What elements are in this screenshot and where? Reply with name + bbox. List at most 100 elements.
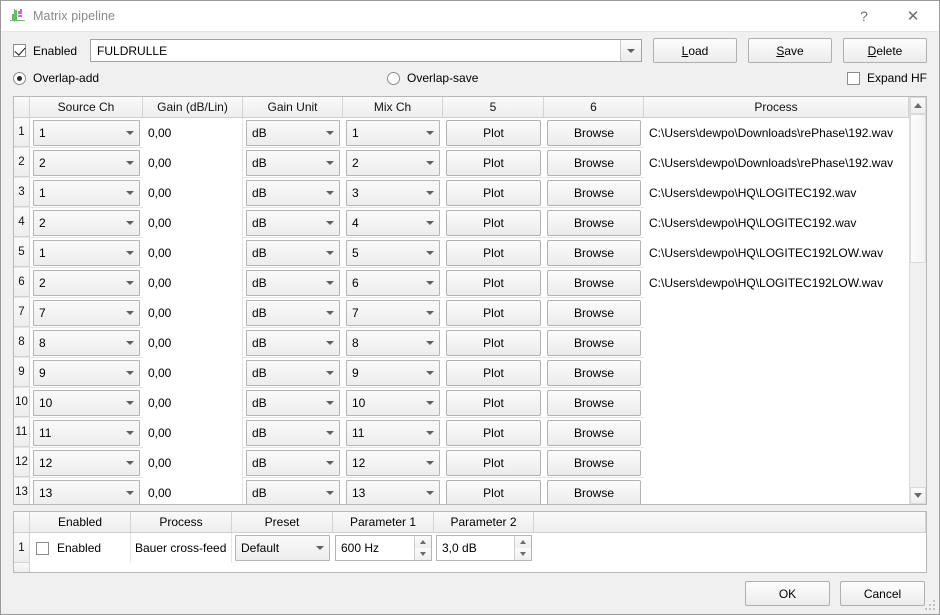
scroll-down-icon[interactable]: [910, 487, 926, 504]
process-path-cell[interactable]: C:\Users\dewpo\HQ\LOGITEC192.wav: [644, 178, 909, 208]
gain-cell[interactable]: 0,00: [143, 178, 243, 208]
table-row[interactable]: 13 13 0,00 dB 13 Plot Browse: [14, 478, 909, 504]
process-path-cell[interactable]: [644, 358, 909, 388]
chevron-down-icon[interactable]: [620, 40, 641, 61]
preset-combo[interactable]: FULDRULLE: [90, 39, 642, 62]
gain-cell[interactable]: 0,00: [143, 238, 243, 268]
table-row[interactable]: 1 1 0,00 dB 1 Plot Browse C:\Users\dewpo\Downlo…: [14, 118, 909, 148]
source-ch-cell[interactable]: 7: [30, 298, 143, 328]
gain-unit-combo[interactable]: dB: [246, 120, 340, 146]
gain-input[interactable]: 0,00: [143, 148, 243, 178]
source-ch-combo[interactable]: 12: [33, 450, 140, 476]
process-path-cell[interactable]: [644, 328, 909, 358]
gain-unit-cell[interactable]: dB: [243, 178, 343, 208]
browse-cell[interactable]: Browse: [544, 448, 644, 478]
chevron-down-icon[interactable]: [420, 371, 439, 375]
gain-input[interactable]: 0,00: [143, 448, 243, 478]
gain-cell[interactable]: 0,00: [143, 448, 243, 478]
chevron-down-icon[interactable]: [120, 311, 139, 315]
plot-cell[interactable]: Plot: [443, 328, 544, 358]
chevron-down-icon[interactable]: [310, 546, 329, 550]
mix-ch-cell[interactable]: 2: [343, 148, 443, 178]
mix-ch-combo[interactable]: 4: [346, 210, 440, 236]
table-row[interactable]: 2 2 0,00 dB 2 Plot Browse C:\Users\dewpo\Downlo…: [14, 148, 909, 178]
gain-unit-combo[interactable]: dB: [246, 240, 340, 266]
table-row[interactable]: 9 9 0,00 dB 9 Plot Browse: [14, 358, 909, 388]
browse-button[interactable]: Browse: [547, 270, 641, 296]
browse-cell[interactable]: Browse: [544, 418, 644, 448]
chevron-down-icon[interactable]: [420, 341, 439, 345]
table-row[interactable]: 5 1 0,00 dB 5 Plot Browse C:\Users\dewpo\HQ\LOG…: [14, 238, 909, 268]
source-ch-cell[interactable]: 10: [30, 388, 143, 418]
chevron-down-icon[interactable]: [120, 281, 139, 285]
chevron-down-icon[interactable]: [320, 371, 339, 375]
chevron-down-icon[interactable]: [420, 401, 439, 405]
browse-cell[interactable]: Browse: [544, 358, 644, 388]
process-preset-cell[interactable]: Default: [232, 533, 333, 563]
source-ch-cell[interactable]: 9: [30, 358, 143, 388]
header-parameter-2[interactable]: Parameter 2: [434, 512, 534, 532]
gain-cell[interactable]: 0,00: [143, 358, 243, 388]
plot-button[interactable]: Plot: [446, 360, 541, 386]
chevron-down-icon[interactable]: [320, 311, 339, 315]
table-row[interactable]: 10 10 0,00 dB 10 Plot Browse: [14, 388, 909, 418]
source-ch-combo[interactable]: 2: [33, 210, 140, 236]
browse-cell[interactable]: Browse: [544, 298, 644, 328]
mix-ch-cell[interactable]: 13: [343, 478, 443, 504]
chevron-down-icon[interactable]: [320, 251, 339, 255]
mix-ch-cell[interactable]: 7: [343, 298, 443, 328]
browse-cell[interactable]: Browse: [544, 328, 644, 358]
gain-input[interactable]: 0,00: [143, 328, 243, 358]
gain-cell[interactable]: 0,00: [143, 478, 243, 504]
chevron-down-icon[interactable]: [120, 131, 139, 135]
plot-cell[interactable]: Plot: [443, 148, 544, 178]
process-path-cell[interactable]: [644, 478, 909, 504]
plot-button[interactable]: Plot: [446, 480, 541, 504]
gain-input[interactable]: 0,00: [143, 118, 243, 148]
chevron-down-icon[interactable]: [420, 491, 439, 495]
header-col-6[interactable]: 6: [544, 97, 644, 117]
process-param2-cell[interactable]: 3,0 dB: [434, 533, 534, 563]
source-ch-combo[interactable]: 9: [33, 360, 140, 386]
header-gain[interactable]: Gain (dB/Lin): [143, 97, 243, 117]
header-proc-process[interactable]: Process: [131, 512, 232, 532]
source-ch-combo[interactable]: 8: [33, 330, 140, 356]
plot-button[interactable]: Plot: [446, 210, 541, 236]
source-ch-cell[interactable]: 8: [30, 328, 143, 358]
chevron-down-icon[interactable]: [420, 281, 439, 285]
gain-unit-combo[interactable]: dB: [246, 480, 340, 504]
chevron-down-icon[interactable]: [120, 191, 139, 195]
chevron-down-icon[interactable]: [420, 131, 439, 135]
plot-button[interactable]: Plot: [446, 180, 541, 206]
gain-unit-combo[interactable]: dB: [246, 420, 340, 446]
process-param2-spin-buttons[interactable]: [514, 536, 531, 560]
plot-button[interactable]: Plot: [446, 120, 541, 146]
mix-ch-combo[interactable]: 5: [346, 240, 440, 266]
table-row[interactable]: 12 12 0,00 dB 12 Plot Browse: [14, 448, 909, 478]
source-ch-combo[interactable]: 7: [33, 300, 140, 326]
overlap-add-radio[interactable]: [13, 71, 26, 85]
mix-ch-cell[interactable]: 9: [343, 358, 443, 388]
mix-ch-cell[interactable]: 6: [343, 268, 443, 298]
gain-unit-cell[interactable]: dB: [243, 268, 343, 298]
gain-unit-combo[interactable]: dB: [246, 180, 340, 206]
source-ch-combo[interactable]: 2: [33, 150, 140, 176]
browse-button[interactable]: Browse: [547, 120, 641, 146]
process-preset-combo[interactable]: Default: [235, 535, 330, 561]
gain-cell[interactable]: 0,00: [143, 328, 243, 358]
table-row[interactable]: 8 8 0,00 dB 8 Plot Browse: [14, 328, 909, 358]
gain-unit-cell[interactable]: dB: [243, 148, 343, 178]
process-param2-value[interactable]: 3,0 dB: [437, 541, 514, 555]
gain-unit-cell[interactable]: dB: [243, 328, 343, 358]
chevron-down-icon[interactable]: [120, 161, 139, 165]
gain-unit-combo[interactable]: dB: [246, 360, 340, 386]
chevron-down-icon[interactable]: [320, 131, 339, 135]
gain-input[interactable]: 0,00: [143, 178, 243, 208]
mix-ch-cell[interactable]: 5: [343, 238, 443, 268]
plot-button[interactable]: Plot: [446, 330, 541, 356]
chevron-down-icon[interactable]: [120, 401, 139, 405]
browse-cell[interactable]: Browse: [544, 148, 644, 178]
source-ch-combo[interactable]: 10: [33, 390, 140, 416]
browse-cell[interactable]: Browse: [544, 388, 644, 418]
plot-cell[interactable]: Plot: [443, 418, 544, 448]
